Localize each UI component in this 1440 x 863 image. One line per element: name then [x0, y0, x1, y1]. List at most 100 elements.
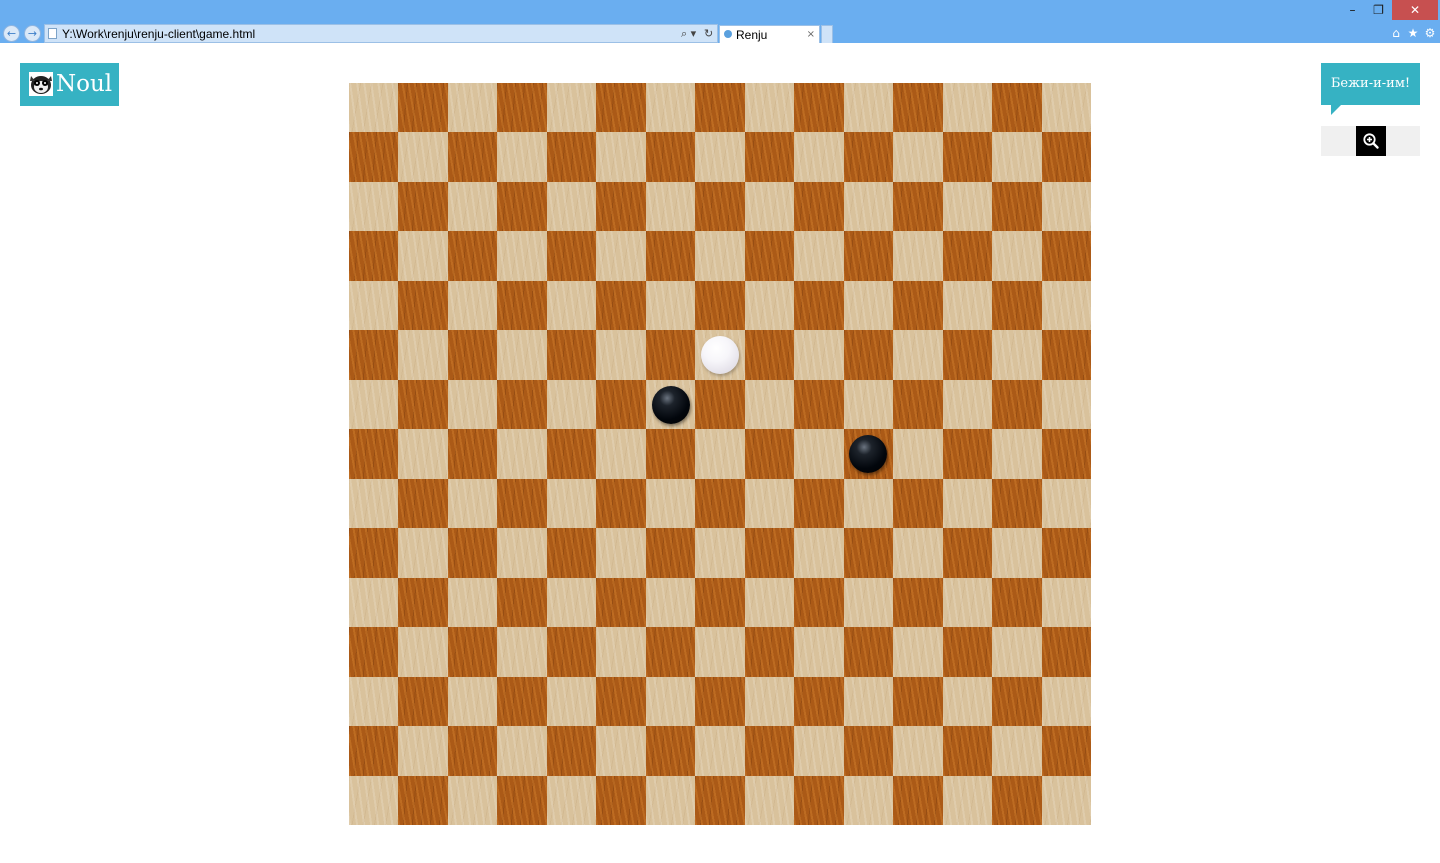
board-cell[interactable] [349, 627, 399, 677]
board-cell[interactable] [447, 379, 498, 430]
game-board[interactable] [349, 83, 1092, 826]
board-cell[interactable] [398, 676, 448, 727]
board-cell[interactable] [695, 379, 745, 430]
board-cell[interactable] [398, 83, 448, 133]
board-cell[interactable] [992, 577, 1042, 628]
board-cell[interactable] [645, 181, 696, 232]
board-cell[interactable] [596, 83, 646, 133]
board-cell[interactable] [447, 231, 498, 281]
board-cell[interactable] [349, 83, 399, 133]
board-cell[interactable] [645, 231, 696, 281]
board-cell[interactable] [546, 676, 597, 727]
board-cell[interactable] [645, 726, 696, 776]
board-cell[interactable] [992, 528, 1042, 578]
board-cell[interactable] [695, 429, 745, 479]
board-cell[interactable] [843, 726, 894, 776]
board-cell[interactable] [1041, 132, 1092, 182]
back-button[interactable]: ← [3, 25, 20, 42]
restore-button[interactable]: ❐ [1366, 0, 1391, 20]
board-cell[interactable] [1041, 627, 1092, 677]
board-cell[interactable] [893, 132, 943, 182]
board-cell[interactable] [794, 627, 844, 677]
board-cell[interactable] [942, 775, 993, 826]
board-cell[interactable] [398, 478, 448, 529]
board-cell[interactable] [546, 478, 597, 529]
board-cell[interactable] [744, 775, 795, 826]
board-cell[interactable] [992, 478, 1042, 529]
board-cell[interactable] [942, 577, 993, 628]
board-cell[interactable] [843, 577, 894, 628]
board-cell[interactable] [546, 83, 597, 133]
board-cell[interactable] [794, 83, 844, 133]
board-cell[interactable] [744, 429, 795, 479]
board-cell[interactable] [1041, 478, 1092, 529]
board-cell[interactable] [546, 577, 597, 628]
board-cell[interactable] [1041, 379, 1092, 430]
board-cell[interactable] [893, 528, 943, 578]
board-cell[interactable] [893, 379, 943, 430]
board-cell[interactable] [645, 478, 696, 529]
board-cell[interactable] [398, 528, 448, 578]
board-cell[interactable] [447, 280, 498, 331]
board-cell[interactable] [546, 132, 597, 182]
board-cell[interactable] [744, 181, 795, 232]
board-cell[interactable] [695, 676, 745, 727]
board-cell[interactable] [398, 379, 448, 430]
minimize-button[interactable]: – [1340, 0, 1365, 20]
board-cell[interactable] [596, 379, 646, 430]
board-cell[interactable] [744, 330, 795, 380]
logo-button[interactable]: Noul [20, 63, 119, 106]
board-cell[interactable] [794, 181, 844, 232]
board-cell[interactable] [744, 627, 795, 677]
board-cell[interactable] [843, 132, 894, 182]
board-cell[interactable] [942, 231, 993, 281]
gear-icon[interactable]: ⚙ [1423, 26, 1437, 40]
board-cell[interactable] [992, 379, 1042, 430]
board-cell[interactable] [447, 577, 498, 628]
board-cell[interactable] [942, 627, 993, 677]
board-cell[interactable] [645, 330, 696, 380]
board-cell[interactable] [695, 726, 745, 776]
board-cell[interactable] [546, 726, 597, 776]
board-cell[interactable] [942, 528, 993, 578]
board-cell[interactable] [1041, 330, 1092, 380]
board-cell[interactable] [645, 429, 696, 479]
zoom-in-button[interactable] [1356, 126, 1386, 156]
board-cell[interactable] [992, 231, 1042, 281]
board-cell[interactable] [893, 181, 943, 232]
board-cell[interactable] [1041, 676, 1092, 727]
board-cell[interactable] [497, 330, 547, 380]
board-cell[interactable] [695, 280, 745, 331]
board-cell[interactable] [497, 726, 547, 776]
board-cell[interactable] [349, 181, 399, 232]
board-cell[interactable] [349, 132, 399, 182]
board-cell[interactable] [942, 429, 993, 479]
board-cell[interactable] [695, 478, 745, 529]
board-cell[interactable] [893, 676, 943, 727]
board-cell[interactable] [942, 83, 993, 133]
board-cell[interactable] [893, 330, 943, 380]
board-cell[interactable] [1041, 280, 1092, 331]
board-cell[interactable] [349, 577, 399, 628]
board-cell[interactable] [398, 280, 448, 331]
new-tab-button[interactable] [821, 25, 833, 43]
board-cell[interactable] [546, 330, 597, 380]
board-cell[interactable] [744, 132, 795, 182]
board-cell[interactable] [497, 280, 547, 331]
board-cell[interactable] [349, 231, 399, 281]
board-cell[interactable] [497, 83, 547, 133]
board-cell[interactable] [447, 726, 498, 776]
board-cell[interactable] [744, 676, 795, 727]
board-cell[interactable] [1041, 231, 1092, 281]
board-cell[interactable] [843, 775, 894, 826]
board-cell[interactable] [843, 379, 894, 430]
board-cell[interactable] [942, 726, 993, 776]
board-cell[interactable] [1041, 429, 1092, 479]
board-cell[interactable] [596, 528, 646, 578]
board-cell[interactable] [398, 775, 448, 826]
board-cell[interactable] [893, 429, 943, 479]
board-cell[interactable] [992, 627, 1042, 677]
board-cell[interactable] [349, 429, 399, 479]
board-cell[interactable] [942, 330, 993, 380]
board-cell[interactable] [843, 330, 894, 380]
